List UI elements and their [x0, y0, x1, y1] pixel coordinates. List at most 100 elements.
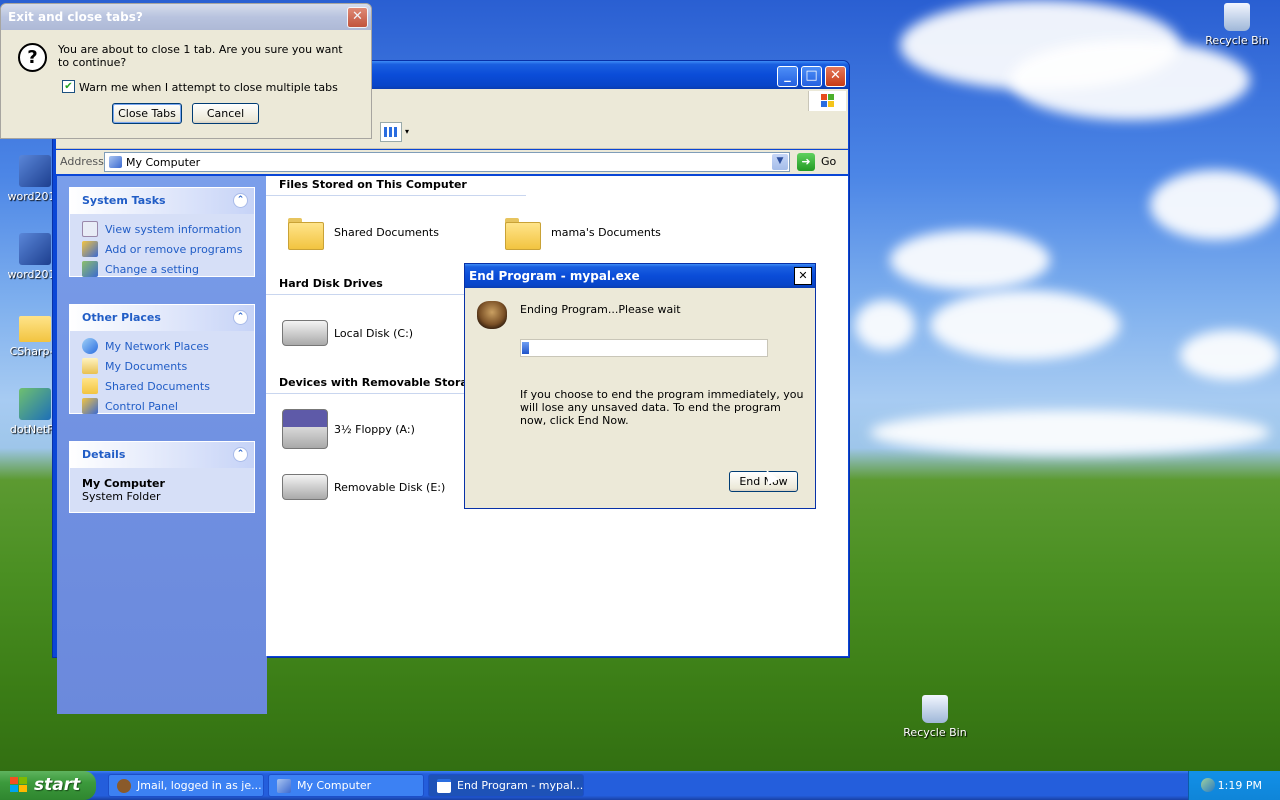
taskbar-item-jmail[interactable]: Jmail, logged in as je...	[108, 774, 264, 797]
hard-disk-icon	[282, 320, 328, 346]
removable-disk-icon	[282, 474, 328, 500]
folder-icon	[286, 216, 324, 250]
end-program-title: End Program - mypal.exe	[469, 269, 640, 283]
network-status-icon[interactable]	[1201, 778, 1215, 792]
address-label: Address	[60, 155, 104, 168]
shared-documents-item[interactable]: Shared Documents	[286, 216, 439, 250]
collapse-chevron-icon[interactable]: ⌃	[233, 310, 248, 325]
taskbar-item-end-program[interactable]: End Program - mypal....	[428, 774, 584, 797]
folder-icon	[82, 378, 98, 394]
cloud	[1010, 40, 1250, 120]
shared-documents-link[interactable]: Shared Documents	[70, 376, 254, 396]
close-button[interactable]: ✕	[825, 66, 846, 87]
windows-flag-icon	[10, 777, 28, 793]
views-button[interactable]	[380, 122, 402, 142]
floppy-item[interactable]: 3½ Floppy (A:)	[282, 409, 415, 449]
progress-fill	[522, 342, 529, 354]
task-pane: System Tasks ⌃ View system information Ad…	[57, 176, 267, 714]
mama-documents-item[interactable]: mama's Documents	[503, 216, 661, 250]
add-remove-programs-link[interactable]: Add or remove programs	[70, 239, 254, 259]
change-setting-link[interactable]: Change a setting	[70, 259, 254, 279]
end-program-explanation: If you choose to end the program immedia…	[520, 388, 804, 427]
other-places-panel: Other Places ⌃ My Network Places My Docum…	[69, 304, 255, 414]
my-network-places-link[interactable]: My Network Places	[70, 336, 254, 356]
cancel-button[interactable]: Cancel	[192, 103, 259, 124]
exit-tabs-dialog: Exit and close tabs? ✕ ? You are about t…	[0, 3, 372, 139]
desktop-icon-recycle-bin-top[interactable]: Recycle Bin	[1202, 3, 1272, 47]
start-button[interactable]: start	[0, 771, 96, 800]
question-icon: ?	[18, 43, 47, 72]
windows-logo-icon	[808, 91, 846, 111]
start-label: start	[34, 775, 81, 795]
computer-shortcut-icon	[19, 233, 51, 265]
dialog-message: You are about to close 1 tab. Are you su…	[58, 43, 343, 69]
floppy-drive-icon	[282, 409, 328, 449]
cloud	[1150, 170, 1280, 240]
system-tasks-title: System Tasks	[82, 194, 166, 207]
installer-icon	[19, 388, 51, 420]
add-remove-icon	[82, 241, 98, 257]
cloud	[870, 410, 1270, 455]
recycle-bin-icon	[922, 695, 948, 723]
network-icon	[82, 338, 98, 354]
computer-icon	[277, 778, 291, 793]
views-icon	[384, 127, 398, 137]
control-panel-link[interactable]: Control Panel	[70, 396, 254, 416]
cloud	[890, 230, 1050, 290]
desktop-icon-label: Recycle Bin	[903, 726, 967, 739]
recycle-bin-icon	[1224, 3, 1250, 31]
my-documents-link[interactable]: My Documents	[70, 356, 254, 376]
go-button[interactable]: Go	[821, 155, 836, 168]
end-program-dialog: End Program - mypal.exe ✕ Ending Program…	[464, 263, 816, 509]
section-files: Files Stored on This Computer	[266, 178, 526, 196]
collapse-chevron-icon[interactable]: ⌃	[233, 447, 248, 462]
warn-checkbox[interactable]: ✔	[62, 80, 75, 93]
system-info-icon	[82, 221, 98, 237]
documents-icon	[82, 358, 98, 374]
system-tray: 1:19 PM	[1188, 771, 1280, 800]
window-icon	[437, 778, 451, 793]
dialog-title: Exit and close tabs?	[8, 10, 143, 24]
folder-icon	[503, 216, 541, 250]
computer-shortcut-icon	[19, 155, 51, 187]
computer-icon	[109, 156, 122, 168]
end-program-titlebar[interactable]: End Program - mypal.exe	[465, 264, 815, 288]
end-program-close-button[interactable]: ✕	[794, 267, 812, 285]
cloud	[1180, 330, 1280, 380]
dialog-titlebar[interactable]: Exit and close tabs?	[1, 4, 371, 30]
warn-checkbox-label[interactable]: Warn me when I attempt to close multiple…	[79, 81, 338, 94]
details-panel: Details ⌃ My Computer System Folder	[69, 441, 255, 513]
close-tabs-button[interactable]: Close Tabs	[112, 103, 182, 124]
address-dropdown-button[interactable]: ▼	[772, 154, 788, 170]
chevron-down-icon[interactable]: ▾	[405, 127, 409, 136]
local-disk-item[interactable]: Local Disk (C:)	[282, 320, 413, 346]
ending-progress-bar	[520, 339, 768, 357]
maximize-button[interactable]: □	[801, 66, 822, 87]
clock[interactable]: 1:19 PM	[1218, 779, 1262, 792]
go-arrow-icon[interactable]: ➜	[797, 153, 815, 171]
raccoon-app-icon	[117, 778, 131, 793]
address-bar: Address My Computer ▼ ➜ Go	[56, 150, 848, 174]
control-panel-icon	[82, 261, 98, 277]
raccoon-app-icon	[477, 301, 507, 329]
taskbar: start Jmail, logged in as je... My Compu…	[0, 771, 1280, 800]
details-title: Details	[82, 448, 126, 461]
cloud	[930, 290, 1120, 360]
desktop-icon-label: Recycle Bin	[1205, 34, 1269, 47]
removable-disk-item[interactable]: Removable Disk (E:)	[282, 474, 445, 500]
desktop-icon-recycle-bin[interactable]: Recycle Bin	[900, 695, 970, 739]
other-places-title: Other Places	[82, 311, 161, 324]
dialog-close-button[interactable]: ✕	[347, 7, 368, 28]
folder-icon	[19, 316, 51, 342]
address-value: My Computer	[126, 156, 201, 169]
address-field[interactable]: My Computer ▼	[104, 152, 790, 172]
collapse-chevron-icon[interactable]: ⌃	[233, 193, 248, 208]
view-system-info-link[interactable]: View system information	[70, 219, 254, 239]
cloud	[855, 300, 915, 350]
minimize-button[interactable]: _	[777, 66, 798, 87]
end-program-status: Ending Program...Please wait	[520, 303, 681, 316]
control-panel-icon	[82, 398, 98, 414]
details-type: System Folder	[82, 490, 161, 503]
taskbar-item-my-computer[interactable]: My Computer	[268, 774, 424, 797]
system-tasks-panel: System Tasks ⌃ View system information Ad…	[69, 187, 255, 277]
